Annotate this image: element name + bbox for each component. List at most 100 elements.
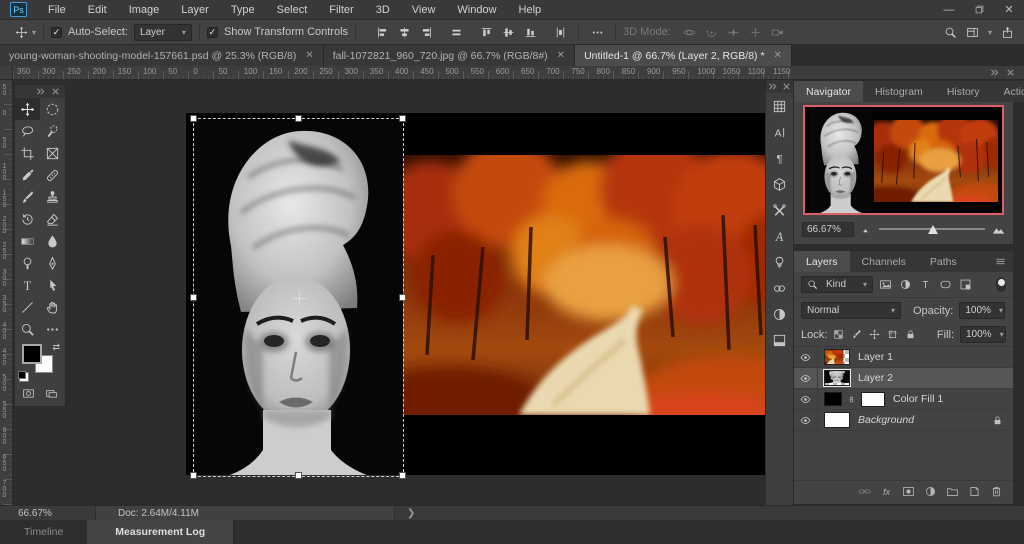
menu-edit[interactable]: Edit	[77, 2, 118, 18]
blur-tool[interactable]	[40, 230, 65, 252]
quick-mask-button[interactable]	[22, 387, 35, 400]
menu-filter[interactable]: Filter	[318, 2, 364, 18]
layer-thumbnail[interactable]	[824, 349, 850, 365]
tab-measurement-log[interactable]: Measurement Log	[87, 520, 235, 544]
align-middle-button[interactable]	[497, 22, 519, 43]
restore-icon[interactable]	[964, 0, 994, 20]
panel-icon-character[interactable]: A	[766, 119, 793, 145]
visibility-eye-icon[interactable]	[794, 347, 818, 367]
close-icon[interactable]	[781, 81, 792, 92]
minimize-icon[interactable]: —	[934, 0, 964, 20]
align-left-button[interactable]	[371, 22, 393, 43]
auto-select-dropdown[interactable]: Layer ▾	[133, 23, 192, 41]
menu-layer[interactable]: Layer	[170, 2, 220, 18]
new-layer-button[interactable]	[968, 485, 981, 498]
healing-tool[interactable]	[40, 164, 65, 186]
active-tool-move-icon[interactable]	[10, 22, 32, 43]
default-colors-icon[interactable]	[18, 371, 29, 382]
workspace-chevron[interactable]: ▾	[988, 28, 992, 37]
status-zoom-field[interactable]: 66.67%	[0, 508, 95, 519]
panel-menu-icon[interactable]	[994, 255, 1007, 268]
hand-tool[interactable]	[40, 296, 65, 318]
panel-icon-paragraph[interactable]: ¶	[766, 145, 793, 171]
lock-pixels-button[interactable]	[851, 329, 862, 340]
line-tool[interactable]	[15, 296, 40, 318]
link-layers-button[interactable]	[858, 485, 871, 498]
menu-window[interactable]: Window	[446, 2, 507, 18]
zoom-out-icon[interactable]	[861, 224, 872, 235]
swap-colors-icon[interactable]: ⇄	[52, 342, 60, 353]
frame-tool[interactable]	[40, 142, 65, 164]
menu-3d[interactable]: 3D	[365, 2, 401, 18]
align-right-button[interactable]	[415, 22, 437, 43]
share-button[interactable]	[1001, 26, 1014, 39]
marquee-tool[interactable]	[40, 98, 65, 120]
layer-row-layer-1[interactable]: Layer 1	[794, 347, 1013, 368]
panel-icon-3d-panel[interactable]	[766, 171, 793, 197]
filter-pixel-layer-button[interactable]	[879, 278, 892, 291]
menu-select[interactable]: Select	[266, 2, 319, 18]
navigator-tab-history[interactable]: History	[934, 81, 992, 102]
layer-effects-button[interactable]: fx	[880, 485, 893, 498]
quick-select-tool[interactable]	[40, 120, 65, 142]
filter-smart-object-button[interactable]	[959, 278, 972, 291]
layer-row-layer-2[interactable]: Layer 2	[794, 368, 1013, 389]
lock-all-button[interactable]	[905, 329, 916, 340]
menu-view[interactable]: View	[401, 2, 447, 18]
equal-spacing-button[interactable]	[445, 22, 467, 43]
opacity-dropdown[interactable]: 100% ▾	[959, 302, 1006, 319]
visibility-eye-icon[interactable]	[794, 410, 818, 430]
navigator-tab-histogram[interactable]: Histogram	[862, 81, 935, 102]
auto-select-checkbox[interactable]: ✓	[51, 26, 63, 38]
screen-mode-button[interactable]	[45, 387, 58, 400]
portrait-layer-image[interactable]	[193, 118, 403, 475]
lock-transparency-button[interactable]	[833, 329, 844, 340]
tab-timeline[interactable]: Timeline	[0, 520, 87, 544]
eraser-tool[interactable]	[40, 208, 65, 230]
layer-thumbnail[interactable]	[824, 412, 850, 428]
layer-row-background[interactable]: Background	[794, 410, 1013, 431]
zoom-in-icon[interactable]	[992, 223, 1005, 236]
distribute-h-button[interactable]	[549, 22, 571, 43]
lock-position-button[interactable]	[869, 329, 880, 340]
layer-mask-button[interactable]	[902, 485, 915, 498]
tab-close-icon[interactable]: ✕	[305, 50, 313, 61]
lasso-tool[interactable]	[15, 120, 40, 142]
panel-icon-libraries[interactable]	[766, 275, 793, 301]
panel-icon-learn[interactable]	[766, 249, 793, 275]
layers-tab-layers[interactable]: Layers	[794, 251, 850, 272]
crop-tool[interactable]	[15, 142, 40, 164]
navigator-zoom-field[interactable]: 66.67%	[802, 221, 854, 237]
navigator-proxy-preview[interactable]	[803, 105, 1004, 215]
history-brush-tool[interactable]	[15, 208, 40, 230]
edit-toolbar-tool[interactable]	[40, 318, 65, 340]
show-transform-checkbox[interactable]: ✓	[206, 26, 218, 38]
tab-close-icon[interactable]: ✕	[774, 50, 782, 61]
layer-row-color-fill-1[interactable]: Color Fill 1	[794, 389, 1013, 410]
slider-thumb[interactable]	[927, 225, 938, 234]
eyedropper-tool[interactable]	[15, 164, 40, 186]
panel-icon-tool-presets[interactable]	[766, 197, 793, 223]
filter-shape-layer-button[interactable]	[939, 278, 952, 291]
document-tab-0[interactable]: young-woman-shooting-model-157661.psd @ …	[0, 45, 324, 66]
move-tool[interactable]	[15, 98, 40, 120]
close-icon[interactable]	[1005, 67, 1016, 78]
document-tab-1[interactable]: fall-1072821_960_720.jpg @ 66.7% (RGB/8#…	[323, 45, 576, 66]
lock-artboard-button[interactable]	[887, 329, 898, 340]
menu-help[interactable]: Help	[508, 2, 553, 18]
clone-stamp-tool[interactable]	[40, 186, 65, 208]
collapse-chevrons-icon[interactable]	[989, 67, 1000, 78]
tool-preset-chevron[interactable]: ▾	[32, 28, 36, 37]
navigator-tab-navigator[interactable]: Navigator	[794, 81, 863, 102]
visibility-eye-icon[interactable]	[794, 368, 818, 388]
align-bottom-button[interactable]	[519, 22, 541, 43]
panel-icon-stock[interactable]	[766, 327, 793, 353]
pen-tool[interactable]	[40, 252, 65, 274]
layer-mask-thumbnail[interactable]	[861, 391, 885, 407]
collapse-chevrons-icon[interactable]	[35, 86, 46, 97]
navigator-tab-actions[interactable]: Actions	[991, 81, 1024, 102]
group-layers-button[interactable]	[946, 485, 959, 498]
adjustment-layer-button[interactable]	[924, 485, 937, 498]
gradient-tool[interactable]	[15, 230, 40, 252]
layers-tab-channels[interactable]: Channels	[849, 251, 918, 272]
